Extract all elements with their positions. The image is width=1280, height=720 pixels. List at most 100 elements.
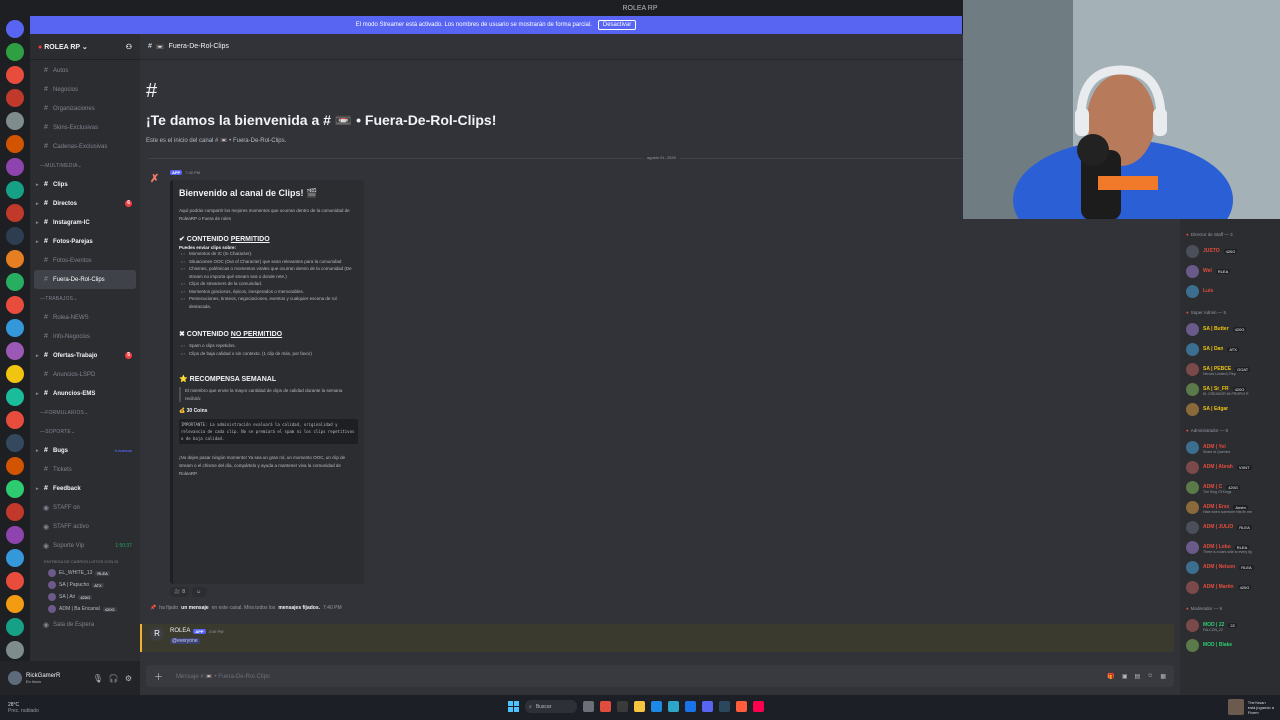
bot-avatar[interactable]: ✗ [150, 172, 162, 185]
channel-item[interactable]: # Cadenas-Exclusivas [30, 137, 140, 156]
channel-item[interactable]: ▸ # Feedback [30, 479, 140, 498]
member-item[interactable]: ADM | Erss Amén Hate when someone hits fix… [1180, 497, 1280, 517]
channel-item[interactable]: # Organizaciones [30, 99, 140, 118]
app-icon[interactable] [668, 701, 679, 712]
server-icon[interactable] [6, 250, 24, 268]
server-icon[interactable] [6, 20, 24, 38]
app-icon[interactable] [617, 701, 628, 712]
edge-icon[interactable] [651, 701, 662, 712]
member-item[interactable]: ADM | Yei Share la Quemes [1180, 437, 1280, 457]
voice-user[interactable]: SA | Ari 420G [30, 591, 140, 603]
member-item[interactable]: SA | Sr_FR 420G EL CREADOR MI PROPIO R [1180, 379, 1280, 399]
windows-start-icon[interactable] [508, 701, 519, 712]
weather-widget[interactable]: 28°C Prec. nublado [0, 702, 39, 714]
member-item[interactable]: MOD | 22 22 FALCON_22 [1180, 615, 1280, 635]
channel-item[interactable]: # Rolea-NEWS [30, 308, 140, 327]
channel-item[interactable]: ▸ # Clips [30, 175, 140, 194]
mic-icon[interactable]: 🎙 [93, 674, 103, 683]
server-icon[interactable] [6, 526, 24, 544]
voice-user[interactable]: ADM | Ba Encanal 420G [30, 603, 140, 615]
server-icon[interactable] [6, 572, 24, 590]
server-icon[interactable] [6, 273, 24, 291]
member-item[interactable]: JUSTO 420G [1180, 241, 1280, 261]
folder-icon[interactable] [634, 701, 645, 712]
taskbar-search[interactable]: ⌕ Buscar [525, 700, 577, 713]
member-item[interactable]: ADM | C 420G The King Of Kings [1180, 477, 1280, 497]
channel-item[interactable]: # Autos [30, 61, 140, 80]
channel-item[interactable]: # Fuera-De-Rol-Clips [34, 270, 136, 289]
channel-item[interactable]: # Negocios [30, 80, 140, 99]
server-icon[interactable] [6, 618, 24, 636]
store-icon[interactable] [685, 701, 696, 712]
server-icon[interactable] [6, 227, 24, 245]
channel-item[interactable]: ◉ STAFF activo [30, 517, 140, 536]
gift-icon[interactable]: 🎁 [1107, 673, 1114, 680]
server-icon[interactable] [6, 388, 24, 406]
channel-item[interactable]: ▸ # Fotos-Parejas [30, 232, 140, 251]
member-item[interactable]: ADM | Abrah VXNT [1180, 457, 1280, 477]
voice-user[interactable]: SA | Papucho ATX [30, 579, 140, 591]
tiktok-icon[interactable] [753, 701, 764, 712]
server-icon[interactable] [6, 480, 24, 498]
channel-item[interactable]: ▸ # Ofertas-Trabajo 5 [30, 346, 140, 365]
server-icon[interactable] [6, 411, 24, 429]
server-icon[interactable] [6, 181, 24, 199]
add-member-icon[interactable]: ⚇ [126, 43, 132, 51]
member-item[interactable]: SA | PEBCE GOAT Heroes Limited | Rep [1180, 359, 1280, 379]
channel-item[interactable]: ◉ Sala de Espera [30, 615, 140, 634]
server-icon[interactable] [6, 66, 24, 84]
everyone-mention[interactable]: @everyone [170, 638, 200, 644]
reaction-button[interactable]: 🎥 8 [170, 587, 190, 597]
member-item[interactable]: Wel RLEA [1180, 261, 1280, 281]
add-attachment-icon[interactable]: ＋ [154, 670, 168, 683]
disable-streamer-button[interactable]: Desactivar [597, 20, 637, 30]
channel-category[interactable]: — TRABAJOS ⌄ [30, 289, 140, 308]
channel-category[interactable]: — SOPORTE ⌄ [30, 422, 140, 441]
member-item[interactable]: ADM | JULIO RLEA [1180, 517, 1280, 537]
steam-icon[interactable] [719, 701, 730, 712]
app-icon[interactable] [736, 701, 747, 712]
server-icon[interactable] [6, 641, 24, 659]
server-icon[interactable] [6, 43, 24, 61]
channel-item[interactable]: ▸ # Anuncios-EMS [30, 384, 140, 403]
server-icon[interactable] [6, 595, 24, 613]
server-icon[interactable] [6, 434, 24, 452]
headphones-icon[interactable]: 🎧 [109, 674, 119, 683]
member-item[interactable]: MOD | Blake [1180, 635, 1280, 655]
server-icon[interactable] [6, 365, 24, 383]
message-composer[interactable]: ＋ Mensaje # 📼 • Fuera-De-Rol-Clips 🎁 ▣ ▤… [146, 665, 1174, 687]
server-icon[interactable] [6, 296, 24, 314]
member-item[interactable]: SA | Dan ATX [1180, 339, 1280, 359]
server-icon[interactable] [6, 112, 24, 130]
server-icon[interactable] [6, 342, 24, 360]
emoji-icon[interactable]: ☺ [1147, 673, 1153, 680]
channel-item[interactable]: ▸ # Directos 6 [30, 194, 140, 213]
channel-item[interactable]: ◉ STAFF on [30, 498, 140, 517]
server-icon[interactable] [6, 204, 24, 222]
gear-icon[interactable]: ⚙ [125, 674, 132, 683]
rolea-avatar[interactable]: R [150, 627, 164, 641]
message-author[interactable]: ROLEA [170, 628, 190, 634]
gif-icon[interactable]: ▣ [1122, 673, 1128, 680]
server-icon[interactable] [6, 158, 24, 176]
channel-item[interactable]: # Anuncios-LSPD [30, 365, 140, 384]
app-icon[interactable] [600, 701, 611, 712]
avatar[interactable] [8, 671, 22, 685]
server-icon[interactable] [6, 135, 24, 153]
channel-item[interactable]: # Tickets [30, 460, 140, 479]
channel-item[interactable]: ▸ # Instagram-IC [30, 213, 140, 232]
apps-icon[interactable]: ▦ [1160, 673, 1166, 680]
server-icon[interactable] [6, 549, 24, 567]
member-item[interactable]: ADM | Martin 420G [1180, 577, 1280, 597]
pinned-messages-link[interactable]: mensajes fijados. [278, 605, 320, 611]
app-icon[interactable] [583, 701, 594, 712]
member-item[interactable]: ADM | Lobo RLEA There is a dark side to ev… [1180, 537, 1280, 557]
member-item[interactable]: Luis [1180, 281, 1280, 301]
pinned-message-link[interactable]: un mensaje [181, 605, 209, 611]
server-icon[interactable] [6, 503, 24, 521]
discord-icon[interactable] [702, 701, 713, 712]
server-header[interactable]: ● ROLEA RP ⌄ ⚇ [30, 34, 140, 60]
channel-item[interactable]: # Info-Negocios [30, 327, 140, 346]
channel-item[interactable]: ▸ # Bugs 3 nuevos [30, 441, 140, 460]
server-icon[interactable] [6, 89, 24, 107]
